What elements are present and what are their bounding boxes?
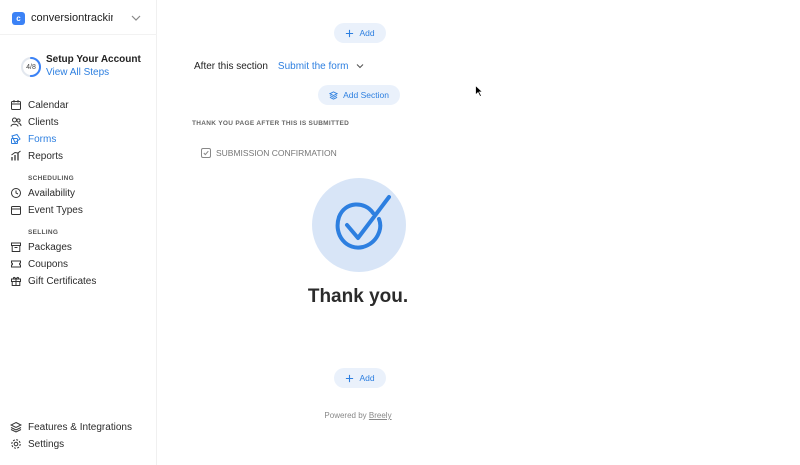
add-button-top[interactable]: Add bbox=[334, 23, 386, 43]
thank-you-text: Thank you. bbox=[307, 286, 409, 307]
nav-label: Coupons bbox=[28, 258, 69, 270]
powered-brand-link[interactable]: Breely bbox=[369, 411, 392, 420]
view-all-steps-link[interactable]: View All Steps bbox=[46, 67, 109, 78]
workspace-switcher[interactable]: c conversiontrackin... bbox=[12, 10, 142, 26]
divider bbox=[0, 34, 157, 35]
powered-by: Powered by Breely bbox=[258, 411, 458, 420]
after-section-select[interactable]: Submit the form bbox=[278, 61, 349, 72]
nav-coupons[interactable]: Coupons bbox=[10, 256, 68, 272]
nav-reports[interactable]: Reports bbox=[10, 148, 63, 164]
confirmation-label: SUBMISSION CONFIRMATION bbox=[216, 148, 337, 158]
nav-label: Settings bbox=[28, 438, 65, 450]
check-circle-icon bbox=[312, 178, 406, 272]
nav-label: Forms bbox=[28, 133, 57, 145]
gift-icon bbox=[11, 276, 21, 286]
thank-you-page-heading: THANK YOU PAGE AFTER THIS IS SUBMITTED bbox=[192, 120, 350, 127]
nav-packages[interactable]: Packages bbox=[10, 239, 72, 255]
add-label: Add bbox=[359, 28, 375, 38]
nav-label: Packages bbox=[28, 241, 72, 253]
users-icon bbox=[10, 117, 22, 127]
nav-section-selling: SELLING bbox=[28, 229, 59, 236]
event-icon bbox=[11, 206, 21, 215]
plus-icon bbox=[346, 374, 354, 382]
nav-gift-certificates[interactable]: Gift Certificates bbox=[10, 273, 96, 289]
coupon-icon bbox=[11, 260, 21, 268]
chevron-down-icon bbox=[131, 15, 141, 21]
package-icon bbox=[11, 242, 21, 252]
setup-progress: 4/8 bbox=[26, 63, 36, 71]
checkbox-icon bbox=[201, 148, 211, 158]
chart-icon bbox=[11, 150, 21, 161]
nav-label: Event Types bbox=[28, 204, 83, 216]
after-section-label: After this section bbox=[194, 60, 268, 72]
workspace-badge: c bbox=[12, 11, 25, 25]
nav-calendar[interactable]: Calendar bbox=[10, 97, 69, 113]
submission-confirmation-item[interactable]: SUBMISSION CONFIRMATION bbox=[200, 146, 337, 160]
nav-label: Clients bbox=[28, 116, 59, 128]
nav-settings[interactable]: Settings bbox=[10, 436, 64, 452]
add-button-bottom[interactable]: Add bbox=[334, 368, 386, 388]
chevron-down-icon[interactable] bbox=[355, 61, 365, 71]
calendar-icon bbox=[11, 100, 21, 110]
clock-icon bbox=[11, 188, 21, 198]
layers-icon bbox=[329, 90, 339, 100]
nav-label: Reports bbox=[28, 150, 64, 162]
gear-icon bbox=[11, 439, 21, 449]
workspace-name: conversiontrackin... bbox=[31, 12, 113, 24]
form-editor: Add After this section Submit the form A… bbox=[158, 0, 800, 465]
plus-icon bbox=[346, 29, 354, 37]
sidebar: c conversiontrackin... 4/8 Setup Your Ac… bbox=[0, 0, 157, 465]
nav-event-types[interactable]: Event Types bbox=[10, 202, 83, 218]
after-section-row: After this section Submit the form bbox=[194, 59, 365, 73]
forms-icon bbox=[11, 133, 21, 144]
setup-title: Setup Your Account bbox=[46, 54, 141, 65]
nav-section-scheduling: SCHEDULING bbox=[28, 175, 74, 182]
powered-prefix: Powered by bbox=[324, 411, 367, 420]
nav-availability[interactable]: Availability bbox=[10, 185, 75, 201]
nav-label: Availability bbox=[28, 187, 76, 199]
nav-label: Calendar bbox=[28, 99, 69, 111]
nav-label: Gift Certificates bbox=[28, 275, 97, 287]
nav-forms[interactable]: Forms bbox=[10, 131, 56, 147]
mouse-cursor-icon bbox=[475, 85, 483, 97]
nav-features-integrations[interactable]: Features & Integrations bbox=[10, 419, 132, 435]
add-section-label: Add Section bbox=[343, 90, 389, 100]
nav-label: Features & Integrations bbox=[28, 421, 132, 433]
layers-icon bbox=[10, 421, 22, 433]
add-label: Add bbox=[359, 373, 375, 383]
nav-clients[interactable]: Clients bbox=[10, 114, 59, 130]
setup-account[interactable]: 4/8 Setup Your Account View All Steps bbox=[20, 54, 150, 80]
add-section-button[interactable]: Add Section bbox=[318, 85, 400, 105]
